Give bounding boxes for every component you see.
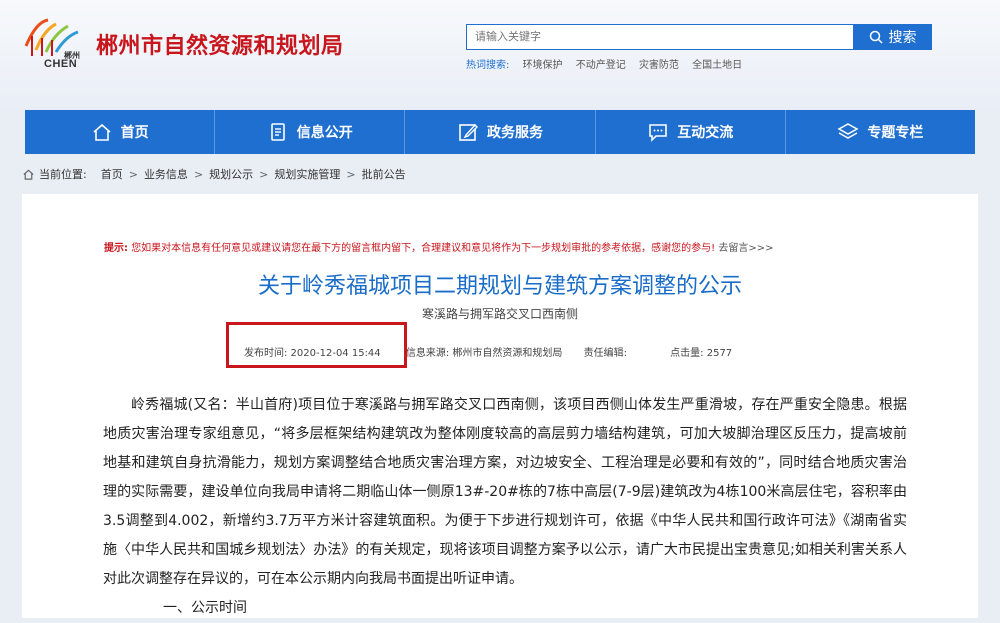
- nav-item-label: 专题专栏: [867, 125, 924, 141]
- document-icon: [270, 123, 285, 141]
- edit-icon: [459, 123, 478, 141]
- nav-item-label: 互动交流: [677, 125, 734, 141]
- nav-item-label: 首页: [120, 125, 149, 141]
- leave-message-link[interactable]: 去留言>>>: [718, 243, 773, 254]
- hot-search-item[interactable]: 全国土地日: [692, 60, 742, 71]
- nav-item-interaction[interactable]: 互动交流: [596, 110, 786, 154]
- article-body: 岭秀福城(又名：半山首府)项目位于寒溪路与拥军路交叉口西南侧，该项目西侧山体发生…: [103, 391, 907, 623]
- hot-search-label: 热词搜索:: [466, 60, 510, 71]
- home-icon: [23, 169, 34, 180]
- breadcrumb-item[interactable]: 规划公示: [209, 166, 253, 182]
- tip-label: 提示:: [104, 243, 128, 254]
- hot-search-item[interactable]: 环境保护: [523, 60, 563, 71]
- breadcrumb-separator: >: [128, 167, 138, 181]
- search-button[interactable]: 搜索: [853, 24, 932, 50]
- tip-text: 您如果对本信息有任何意见或建议请您在最下方的留言框内留下，合理建议和意见将作为下…: [131, 243, 716, 254]
- nav-item-label: 政务服务: [487, 125, 543, 141]
- nav-item-label: 信息公开: [296, 125, 353, 141]
- breadcrumb-separator: >: [259, 167, 269, 181]
- home-icon: [93, 123, 111, 141]
- search-icon: [869, 30, 883, 44]
- article-paragraph: 岭秀福城(又名：半山首府)项目位于寒溪路与拥军路交叉口西南侧，该项目西侧山体发生…: [103, 397, 907, 587]
- nav-item-home[interactable]: 首页: [25, 110, 216, 154]
- article-subtitle: 寒溪路与拥军路交叉口西南侧: [421, 307, 578, 321]
- search-input[interactable]: [467, 25, 853, 48]
- nav-item-topics[interactable]: 专题专栏: [786, 110, 975, 154]
- highlight-frame: [226, 322, 407, 368]
- section-heading: 一、公示时间: [163, 600, 247, 616]
- search-box: [466, 24, 854, 50]
- layers-icon: [837, 123, 859, 139]
- info-source: 信息来源: 郴州市自然资源和规划局: [405, 348, 563, 359]
- breadcrumb-separator: >: [346, 167, 356, 181]
- breadcrumb-item[interactable]: 规划实施管理: [274, 166, 340, 182]
- hot-search-item[interactable]: 不动产登记: [576, 60, 626, 71]
- search-button-label: 搜索: [888, 30, 917, 46]
- breadcrumb-item[interactable]: 首页: [101, 166, 123, 182]
- hot-search-item[interactable]: 灾害防范: [639, 60, 679, 71]
- breadcrumb: 当前位置: 首页 > 业务信息 > 规划公示 > 规划实施管理 > 批前公告: [22, 166, 406, 182]
- breadcrumb-prefix: 当前位置:: [39, 168, 87, 181]
- main-nav: 首页 信息公开 政务服务 互动交流 专题专栏: [25, 110, 975, 154]
- nav-item-services[interactable]: 政务服务: [405, 110, 596, 154]
- breadcrumb-item[interactable]: 业务信息: [144, 166, 188, 182]
- nav-item-info[interactable]: 信息公开: [215, 110, 406, 154]
- editor: 责任编辑:: [583, 348, 627, 359]
- chat-icon: [649, 124, 668, 142]
- logo-en-text: CHEN: [44, 58, 78, 70]
- tip-notice: 提示: 您如果对本信息有任何意见或建议请您在最下方的留言框内留下，合理建议和意见…: [104, 239, 774, 254]
- article-panel: 提示: 您如果对本信息有任何意见或建议请您在最下方的留言框内留下，合理建议和意见…: [22, 194, 978, 618]
- breadcrumb-separator: >: [193, 167, 204, 181]
- site-name[interactable]: 郴州市自然资源和规划局: [96, 28, 344, 60]
- hot-search-row: 热词搜索: 环境保护 不动产登记 灾害防范 全国土地日: [466, 56, 752, 71]
- breadcrumb-item[interactable]: 批前公告: [362, 166, 406, 182]
- hit-count: 点击量: 2577: [670, 348, 733, 359]
- article-title: 关于岭秀福城项目二期规划与建筑方案调整的公示: [257, 274, 742, 299]
